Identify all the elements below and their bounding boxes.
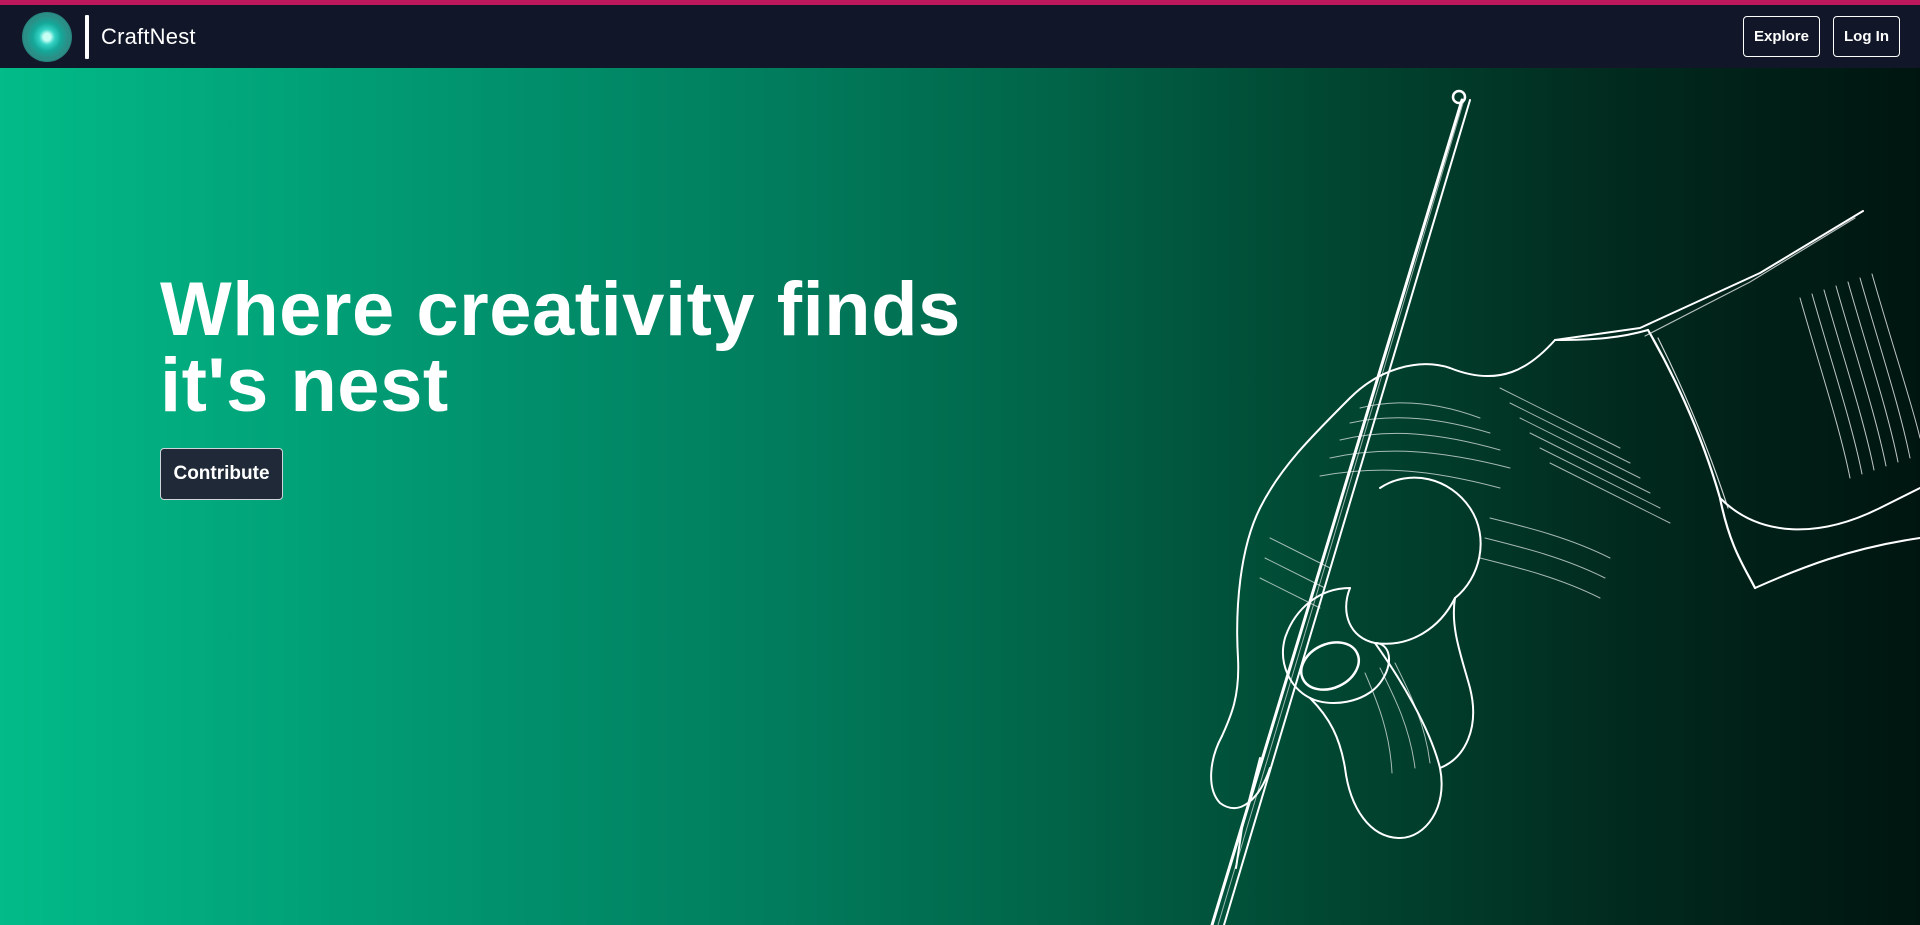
explore-button[interactable]: Explore: [1742, 16, 1820, 57]
logo-icon[interactable]: [22, 11, 72, 62]
hand-holding-pen-illustration: [1210, 89, 1920, 925]
hero-title: Where creativity finds it's nest: [160, 272, 1060, 424]
navbar: CraftNest Explore Log In: [0, 5, 1920, 68]
contribute-button[interactable]: Contribute: [160, 448, 283, 500]
login-button[interactable]: Log In: [1833, 16, 1900, 57]
brand-divider: [85, 14, 89, 59]
brand[interactable]: CraftNest: [22, 11, 196, 62]
hero-section: Where creativity finds it's nest Contrib…: [0, 68, 1920, 925]
hero-title-line-2: it's nest: [160, 343, 449, 428]
brand-name[interactable]: CraftNest: [101, 24, 196, 50]
hero-title-line-1: Where creativity finds: [160, 267, 961, 352]
